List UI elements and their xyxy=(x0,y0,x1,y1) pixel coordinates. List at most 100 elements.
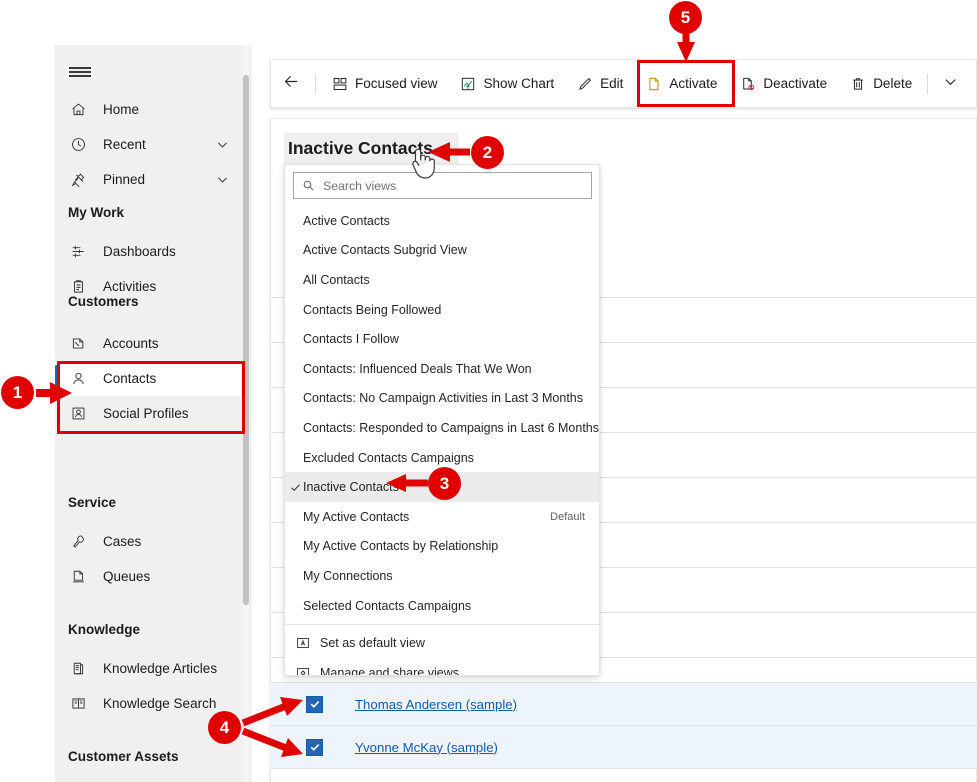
view-option-label: My Connections xyxy=(303,569,393,583)
sidebar-item-label: Contacts xyxy=(103,371,241,386)
edit-pencil-icon xyxy=(576,75,593,92)
table-row[interactable]: Yvonne McKay (sample) xyxy=(270,725,977,769)
sidebar-group-service: Service xyxy=(68,495,116,510)
current-view-title: Inactive Contacts xyxy=(288,138,433,159)
deactivate-button[interactable]: Deactivate xyxy=(728,60,838,107)
command-overflow-button[interactable] xyxy=(932,60,968,107)
search-icon xyxy=(302,179,315,192)
sidebar-item-queues[interactable]: Queues xyxy=(55,559,241,594)
hamburger-icon xyxy=(69,64,91,79)
view-option[interactable]: Selected Contacts Campaigns xyxy=(285,591,599,621)
command-label: Activate xyxy=(669,76,717,91)
manage-views-icon xyxy=(295,665,311,676)
view-option-label: My Active Contacts by Relationship xyxy=(303,539,498,553)
sidebar-group-knowledge: Knowledge xyxy=(68,622,140,637)
sidebar: Home Recent Pinned xyxy=(55,45,250,782)
accounts-icon xyxy=(68,334,88,354)
sidebar-scrollbar-thumb[interactable] xyxy=(243,75,249,605)
view-option[interactable]: All Contacts xyxy=(285,265,599,295)
command-label: Delete xyxy=(873,76,912,91)
chevron-down-icon[interactable] xyxy=(211,173,233,186)
view-option-label: Contacts: No Campaign Activities in Last… xyxy=(303,391,583,405)
chevron-down-icon xyxy=(943,74,958,94)
view-option[interactable]: Active Contacts Subgrid View xyxy=(285,236,599,266)
back-arrow-icon xyxy=(282,72,301,96)
chevron-down-icon xyxy=(437,142,451,156)
annotation-badge-5: 5 xyxy=(669,1,702,34)
command-bar: Focused view Show Chart Edit xyxy=(270,59,977,108)
wrench-icon xyxy=(68,532,88,552)
dashboard-icon xyxy=(68,242,88,262)
command-label: Show Chart xyxy=(484,76,555,91)
focused-view-button[interactable]: Focused view xyxy=(320,60,449,107)
sidebar-item-home[interactable]: Home xyxy=(55,92,241,127)
hamburger-menu-button[interactable] xyxy=(69,59,99,85)
app-root: Home Recent Pinned xyxy=(0,0,977,782)
sidebar-item-label: Dashboards xyxy=(103,244,241,259)
view-selector-button[interactable]: Inactive Contacts xyxy=(284,133,459,164)
view-option-label: Contacts I Follow xyxy=(303,332,399,346)
edit-button[interactable]: Edit xyxy=(565,60,634,107)
activate-button[interactable]: Activate xyxy=(634,60,728,107)
view-option[interactable]: My Active Contacts by Relationship xyxy=(285,532,599,562)
sidebar-item-knowledge-search[interactable]: Knowledge Search xyxy=(55,686,241,721)
checkbox-checked-icon xyxy=(306,696,323,713)
view-option-selected[interactable]: Inactive Contacts xyxy=(285,472,599,502)
show-chart-icon xyxy=(460,75,477,92)
sidebar-item-contacts[interactable]: Contacts xyxy=(55,361,241,396)
view-option[interactable]: Excluded Contacts Campaigns xyxy=(285,443,599,473)
annotation-badge-1: 1 xyxy=(1,376,34,409)
manage-and-share-views-action[interactable]: Manage and share views xyxy=(285,658,599,676)
sidebar-item-label: Accounts xyxy=(103,336,241,351)
delete-button[interactable]: Delete xyxy=(838,60,923,107)
contact-person-icon xyxy=(68,369,88,389)
sidebar-group-my-work: My Work xyxy=(68,205,124,220)
sidebar-group-customers: Customers xyxy=(68,294,139,309)
action-label: Set as default view xyxy=(320,636,425,650)
view-option[interactable]: Contacts I Follow xyxy=(285,324,599,354)
table-row[interactable]: Thomas Andersen (sample) xyxy=(270,682,977,726)
search-views-field[interactable]: Search views xyxy=(293,172,592,199)
view-option-label: Contacts: Responded to Campaigns in Last… xyxy=(303,421,599,435)
row-checkbox[interactable] xyxy=(306,739,323,756)
view-option[interactable]: Contacts: Responded to Campaigns in Last… xyxy=(285,413,599,443)
view-option[interactable]: Contacts Being Followed xyxy=(285,295,599,325)
sidebar-item-label: Cases xyxy=(103,534,241,549)
sidebar-item-knowledge-articles[interactable]: Knowledge Articles xyxy=(55,651,241,686)
view-option-label: All Contacts xyxy=(303,273,370,287)
record-name-link[interactable]: Yvonne McKay (sample) xyxy=(355,740,498,755)
action-label: Manage and share views xyxy=(320,666,459,676)
back-button[interactable] xyxy=(271,60,311,107)
view-option[interactable]: Contacts: Influenced Deals That We Won xyxy=(285,354,599,384)
sidebar-item-pinned[interactable]: Pinned xyxy=(55,162,241,197)
command-bar-divider-2 xyxy=(927,74,928,94)
sidebar-item-social-profiles[interactable]: Social Profiles xyxy=(55,396,241,431)
view-list: Active Contacts Active Contacts Subgrid … xyxy=(285,206,599,676)
home-icon xyxy=(68,100,88,120)
show-chart-button[interactable]: Show Chart xyxy=(449,60,566,107)
sidebar-item-label: Social Profiles xyxy=(103,406,241,421)
article-icon xyxy=(68,659,88,679)
row-checkbox[interactable] xyxy=(306,696,323,713)
sidebar-item-recent[interactable]: Recent xyxy=(55,127,241,162)
sidebar-item-cases[interactable]: Cases xyxy=(55,524,241,559)
view-option-label: Selected Contacts Campaigns xyxy=(303,599,471,613)
view-option-label: Excluded Contacts Campaigns xyxy=(303,451,474,465)
view-option-label: Inactive Contacts xyxy=(303,480,399,494)
record-name-link[interactable]: Thomas Andersen (sample) xyxy=(355,697,517,712)
view-option[interactable]: Active Contacts xyxy=(285,206,599,236)
chevron-down-icon[interactable] xyxy=(211,138,233,151)
sidebar-item-dashboards[interactable]: Dashboards xyxy=(55,234,241,269)
view-option[interactable]: My Active Contacts Default xyxy=(285,502,599,532)
sidebar-item-accounts[interactable]: Accounts xyxy=(55,326,241,361)
dropdown-divider xyxy=(285,624,599,625)
view-option-label: Contacts Being Followed xyxy=(303,303,441,317)
view-option[interactable]: Contacts: No Campaign Activities in Last… xyxy=(285,384,599,414)
sidebar-item-label: Pinned xyxy=(103,172,211,187)
book-icon xyxy=(68,694,88,714)
pin-icon xyxy=(68,170,88,190)
command-label: Deactivate xyxy=(763,76,827,91)
view-option[interactable]: My Connections xyxy=(285,561,599,591)
default-view-badge: Default xyxy=(550,511,585,523)
set-as-default-view-action[interactable]: Set as default view xyxy=(285,628,599,658)
